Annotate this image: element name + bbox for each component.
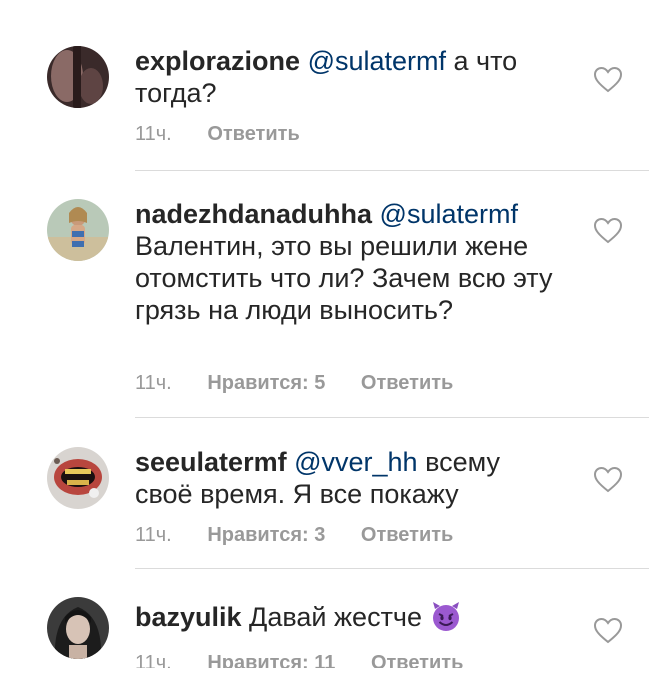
comment-username[interactable]: nadezhdanaduhha bbox=[135, 199, 372, 229]
comment-time: 11ч. bbox=[135, 524, 172, 546]
likes-count[interactable]: Нравится: 5 bbox=[207, 372, 325, 394]
comment-mention[interactable]: @sulatermf bbox=[380, 199, 518, 229]
heart-outline-icon[interactable] bbox=[593, 66, 623, 93]
divider bbox=[135, 568, 649, 569]
comment-meta: 11ч. Нравится: 5 Ответить bbox=[135, 372, 483, 395]
comment-body: explorazione @sulatermf а что тогда? bbox=[135, 45, 555, 109]
comment-meta-clipped: 11ч. Нравится: 11 Ответить bbox=[0, 652, 649, 668]
comment-time: 11ч. bbox=[135, 372, 172, 394]
comment-time: 11ч. bbox=[135, 123, 172, 145]
heart-outline-icon[interactable] bbox=[593, 217, 623, 244]
likes-count[interactable]: Нравится: 11 bbox=[207, 652, 335, 668]
comment-mention[interactable]: @vver_hh bbox=[294, 447, 417, 477]
comment-username[interactable]: bazyulik bbox=[135, 602, 242, 632]
reply-button[interactable]: Ответить bbox=[361, 524, 453, 546]
comment-username[interactable]: explorazione bbox=[135, 46, 300, 76]
avatar[interactable] bbox=[47, 199, 109, 261]
comment-body: seeulatermf @vver_hh всему своё время. Я… bbox=[135, 446, 555, 510]
comment-text: Валентин, это вы решили жене отомстить ч… bbox=[135, 231, 553, 325]
comment-meta: 11ч. Нравится: 11 Ответить bbox=[135, 652, 493, 668]
reply-button[interactable]: Ответить bbox=[361, 372, 453, 394]
heart-outline-icon[interactable] bbox=[593, 617, 623, 644]
reply-button[interactable]: Ответить bbox=[371, 652, 463, 668]
avatar[interactable] bbox=[47, 447, 109, 509]
comment-time: 11ч. bbox=[135, 652, 172, 668]
heart-outline-icon[interactable] bbox=[593, 466, 623, 493]
divider bbox=[135, 417, 649, 418]
comment-body: bazyulik Давай жестче bbox=[135, 600, 555, 639]
avatar[interactable] bbox=[47, 597, 109, 659]
smiling-imp-emoji bbox=[430, 600, 462, 639]
comment-text: Давай жестче bbox=[241, 602, 423, 632]
comment-username[interactable]: seeulatermf bbox=[135, 447, 287, 477]
comment-meta: 11ч. Нравится: 3 Ответить bbox=[135, 524, 483, 547]
divider bbox=[135, 170, 649, 171]
comment-body: nadezhdanaduhha @sulatermf Валентин, это… bbox=[135, 198, 555, 326]
comment-mention[interactable]: @sulatermf bbox=[308, 46, 446, 76]
avatar[interactable] bbox=[47, 46, 109, 108]
comment-meta: 11ч. Ответить bbox=[135, 123, 330, 146]
likes-count[interactable]: Нравится: 3 bbox=[207, 524, 325, 546]
reply-button[interactable]: Ответить bbox=[207, 123, 299, 145]
